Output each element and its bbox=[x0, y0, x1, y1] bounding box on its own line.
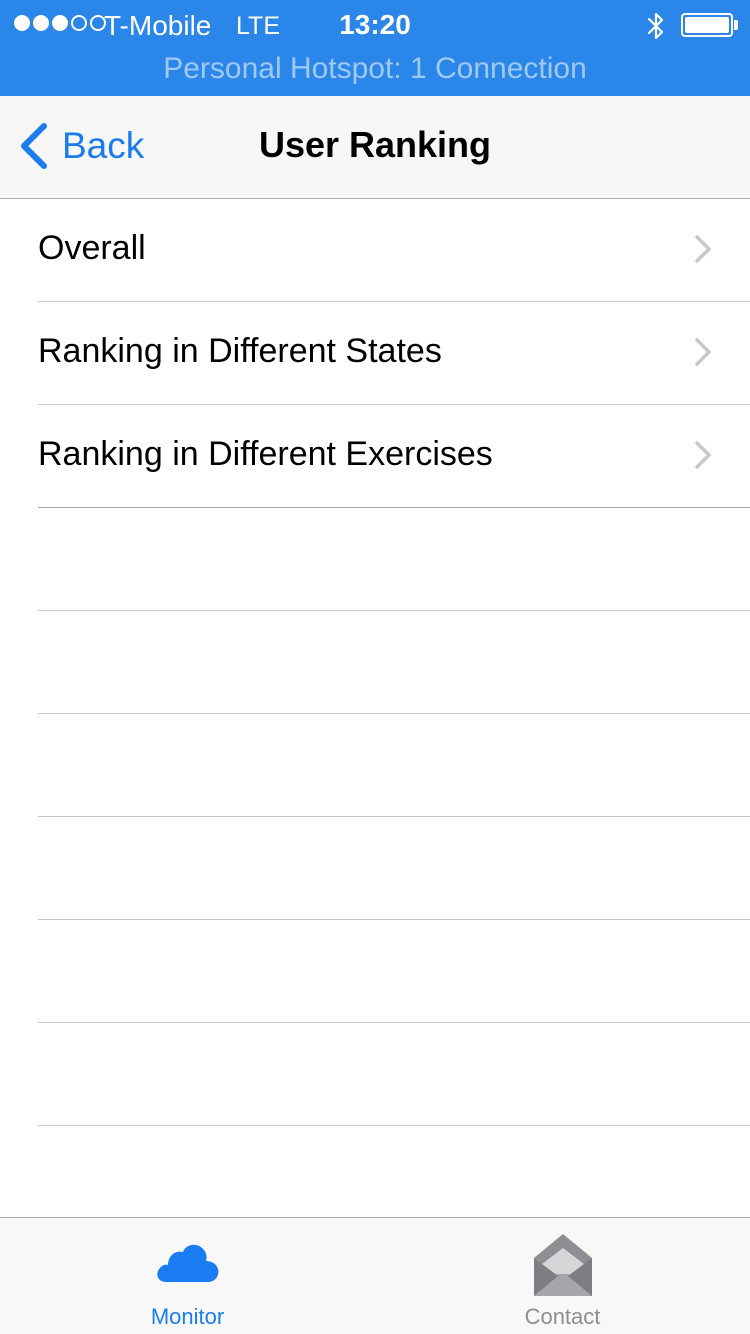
cloud-icon bbox=[156, 1244, 218, 1282]
tab-contact[interactable]: Contact bbox=[375, 1218, 750, 1334]
empty-row bbox=[0, 817, 750, 920]
table-row-exercises[interactable]: Ranking in Different Exercises bbox=[0, 405, 750, 508]
hotspot-banner[interactable]: Personal Hotspot: 1 Connection bbox=[0, 52, 750, 86]
chevron-right-icon bbox=[695, 235, 711, 263]
envelope-icon bbox=[533, 1234, 592, 1296]
empty-row bbox=[0, 920, 750, 1023]
battery-fill bbox=[685, 17, 729, 33]
ranking-table: Overall Ranking in Different States Rank… bbox=[0, 199, 750, 1126]
page-title: User Ranking bbox=[258, 124, 492, 165]
status-bar: T-Mobile LTE 13:20 Personal Hotspot: 1 C… bbox=[0, 0, 750, 96]
battery-tip bbox=[734, 20, 738, 30]
tab-label: Contact bbox=[524, 1304, 601, 1329]
battery-icon bbox=[681, 13, 733, 37]
tab-bar: Monitor Contact bbox=[0, 1217, 750, 1334]
row-label: Overall bbox=[38, 229, 146, 267]
empty-row bbox=[0, 1023, 750, 1126]
row-label: Ranking in Different Exercises bbox=[38, 435, 493, 473]
chevron-right-icon bbox=[695, 338, 711, 366]
row-divider bbox=[38, 1125, 750, 1126]
empty-row bbox=[0, 611, 750, 714]
table-row-overall[interactable]: Overall bbox=[0, 199, 750, 302]
table-row-states[interactable]: Ranking in Different States bbox=[0, 302, 750, 405]
empty-row bbox=[0, 508, 750, 611]
navigation-bar: Back User Ranking bbox=[0, 96, 750, 199]
empty-row bbox=[0, 714, 750, 817]
status-row: T-Mobile LTE 13:20 bbox=[0, 0, 750, 50]
tab-monitor[interactable]: Monitor bbox=[0, 1218, 375, 1334]
row-label: Ranking in Different States bbox=[38, 332, 442, 370]
chevron-right-icon bbox=[695, 441, 711, 469]
tab-label: Monitor bbox=[150, 1304, 225, 1329]
bluetooth-icon bbox=[647, 12, 664, 40]
status-time: 13:20 bbox=[339, 9, 411, 40]
